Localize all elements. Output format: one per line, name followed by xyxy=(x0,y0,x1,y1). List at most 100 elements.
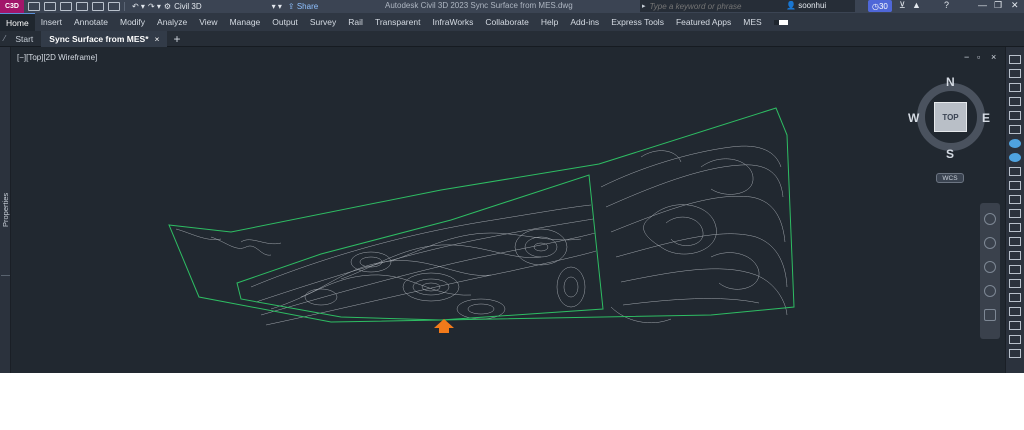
model-space-canvas[interactable] xyxy=(11,47,979,373)
ribbon-tab-analyze[interactable]: Analyze xyxy=(151,13,193,31)
ribbon-minimize-toggle[interactable] xyxy=(768,13,794,31)
tool-icon[interactable] xyxy=(1009,125,1021,134)
user-name: soonhui xyxy=(798,1,827,10)
ribbon-tab-mes[interactable]: MES xyxy=(737,13,767,31)
tool-icon[interactable] xyxy=(1009,279,1021,288)
save-as-icon[interactable] xyxy=(76,2,88,11)
share-button[interactable]: ⇪ Share xyxy=(288,2,318,11)
doc-tab-start[interactable]: Start xyxy=(7,31,41,47)
tool-icon[interactable] xyxy=(1009,251,1021,260)
workspace-gear-icon[interactable]: ⚙ xyxy=(164,2,171,11)
search-arrow-icon: ▸ xyxy=(642,3,646,10)
properties-palette[interactable]: Properties xyxy=(0,47,11,373)
ribbon-tab-output[interactable]: Output xyxy=(266,13,304,31)
clock-icon: ◷ xyxy=(872,1,879,11)
tool-icon[interactable] xyxy=(1009,321,1021,330)
ribbon-tab-insert[interactable]: Insert xyxy=(35,13,68,31)
tool-icon[interactable] xyxy=(1009,293,1021,302)
globe-icon[interactable] xyxy=(1009,139,1021,148)
workspace-dropdown-icon[interactable]: ▾ ▾ xyxy=(272,2,282,11)
cart-icon[interactable]: ⊻ xyxy=(899,0,906,11)
doc-tab-active[interactable]: Sync Surface from MES* × xyxy=(41,30,168,47)
tool-icon[interactable] xyxy=(1009,237,1021,246)
restore-icon[interactable]: ❐ xyxy=(994,0,1002,11)
save-icon[interactable] xyxy=(60,2,72,11)
tool-icon[interactable] xyxy=(1009,97,1021,106)
properties-palette-label: Properties xyxy=(1,192,10,227)
share-label: Share xyxy=(296,2,319,11)
ribbon-tab-collaborate[interactable]: Collaborate xyxy=(479,13,534,31)
close-icon[interactable]: ✕ xyxy=(1011,0,1019,11)
ribbon-tab-annotate[interactable]: Annotate xyxy=(68,13,114,31)
globe-icon[interactable] xyxy=(1009,153,1021,162)
undo-icon[interactable]: ↶ ▾ xyxy=(132,2,145,11)
arrow-up-icon xyxy=(434,319,454,333)
tool-icon[interactable] xyxy=(1009,181,1021,190)
new-file-icon[interactable] xyxy=(28,2,40,11)
help-icon[interactable]: ? xyxy=(944,0,949,10)
ribbon-tab-modify[interactable]: Modify xyxy=(114,13,151,31)
ribbon-tab-featured-apps[interactable]: Featured Apps xyxy=(670,13,737,31)
open-file-icon[interactable] xyxy=(44,2,56,11)
ribbon-tab-view[interactable]: View xyxy=(193,13,223,31)
user-icon: 👤 xyxy=(786,1,799,10)
tool-palette xyxy=(1005,47,1024,373)
timer-value: 30 xyxy=(878,1,888,11)
showmotion-icon[interactable] xyxy=(984,309,996,321)
tab-menu-icon[interactable]: ⁄ xyxy=(4,34,5,43)
wcs-menu[interactable]: WCS xyxy=(936,173,964,183)
workspace-selector[interactable]: Civil 3D xyxy=(174,2,202,11)
tool-icon[interactable] xyxy=(1009,349,1021,358)
tool-icon[interactable] xyxy=(1009,335,1021,344)
tool-icon[interactable] xyxy=(1009,265,1021,274)
tool-icon[interactable] xyxy=(1009,223,1021,232)
compass-north[interactable]: N xyxy=(946,75,955,89)
ribbon-tab-rail[interactable]: Rail xyxy=(342,13,369,31)
pan-icon[interactable] xyxy=(984,237,996,249)
autodesk-app-icon[interactable]: ▲ xyxy=(912,0,921,10)
toolbar-divider xyxy=(124,2,125,11)
share-icon: ⇪ xyxy=(287,2,297,11)
minimize-icon[interactable]: — xyxy=(978,0,987,10)
ribbon-tab-transparent[interactable]: Transparent xyxy=(369,13,427,31)
plot-icon[interactable] xyxy=(92,2,104,11)
viewport-close-icon[interactable]: × xyxy=(991,52,996,62)
ribbon-tabs: Home Insert Annotate Modify Analyze View… xyxy=(0,13,1024,31)
trial-timer-badge[interactable]: ◷ 30 xyxy=(868,0,892,12)
doc-tab-active-label: Sync Surface from MES* xyxy=(49,33,149,44)
ribbon-tab-help[interactable]: Help xyxy=(535,13,564,31)
civil3d-window: C3D ↶ ▾ ↷ ▾ ⚙ Civil 3D ▾ ▾ ⇪ Share Autod… xyxy=(0,0,1024,373)
tool-icon[interactable] xyxy=(1009,195,1021,204)
ribbon-tab-infraworks[interactable]: InfraWorks xyxy=(426,13,479,31)
contour-lines xyxy=(175,145,788,326)
tool-icon[interactable] xyxy=(1009,209,1021,218)
ribbon-tab-add-ins[interactable]: Add-ins xyxy=(564,13,605,31)
tool-icon[interactable] xyxy=(1009,55,1021,64)
doc-tab-close-icon[interactable]: × xyxy=(155,34,160,44)
navigation-bar xyxy=(980,203,1000,339)
compass-west[interactable]: W xyxy=(908,111,919,125)
ribbon-tab-manage[interactable]: Manage xyxy=(224,13,267,31)
new-tab-plus-icon[interactable]: + xyxy=(173,32,180,46)
orbit-icon[interactable] xyxy=(984,285,996,297)
viewcube-top-face[interactable]: TOP xyxy=(934,102,967,132)
app-logo[interactable]: C3D xyxy=(0,0,24,13)
tool-icon[interactable] xyxy=(1009,69,1021,78)
ribbon-tab-survey[interactable]: Survey xyxy=(304,13,342,31)
tool-icon[interactable] xyxy=(1009,111,1021,120)
print-icon[interactable] xyxy=(108,2,120,11)
compass-south[interactable]: S xyxy=(946,147,954,161)
ribbon-tab-express-tools[interactable]: Express Tools xyxy=(605,13,670,31)
surface-boundaries xyxy=(168,107,795,323)
tool-icon[interactable] xyxy=(1009,83,1021,92)
document-tabs: ⁄ Start Sync Surface from MES* × + xyxy=(0,30,1024,47)
steering-wheel-icon[interactable] xyxy=(984,213,996,225)
ribbon-tab-home[interactable]: Home xyxy=(0,13,35,31)
tool-icon[interactable] xyxy=(1009,307,1021,316)
zoom-icon[interactable] xyxy=(984,261,996,273)
redo-icon[interactable]: ↷ ▾ xyxy=(148,2,161,11)
window-title: Autodesk Civil 3D 2023 Sync Surface from… xyxy=(385,1,573,10)
user-account[interactable]: 👤 soonhui xyxy=(786,1,826,10)
compass-east[interactable]: E xyxy=(982,111,990,125)
tool-icon[interactable] xyxy=(1009,167,1021,176)
